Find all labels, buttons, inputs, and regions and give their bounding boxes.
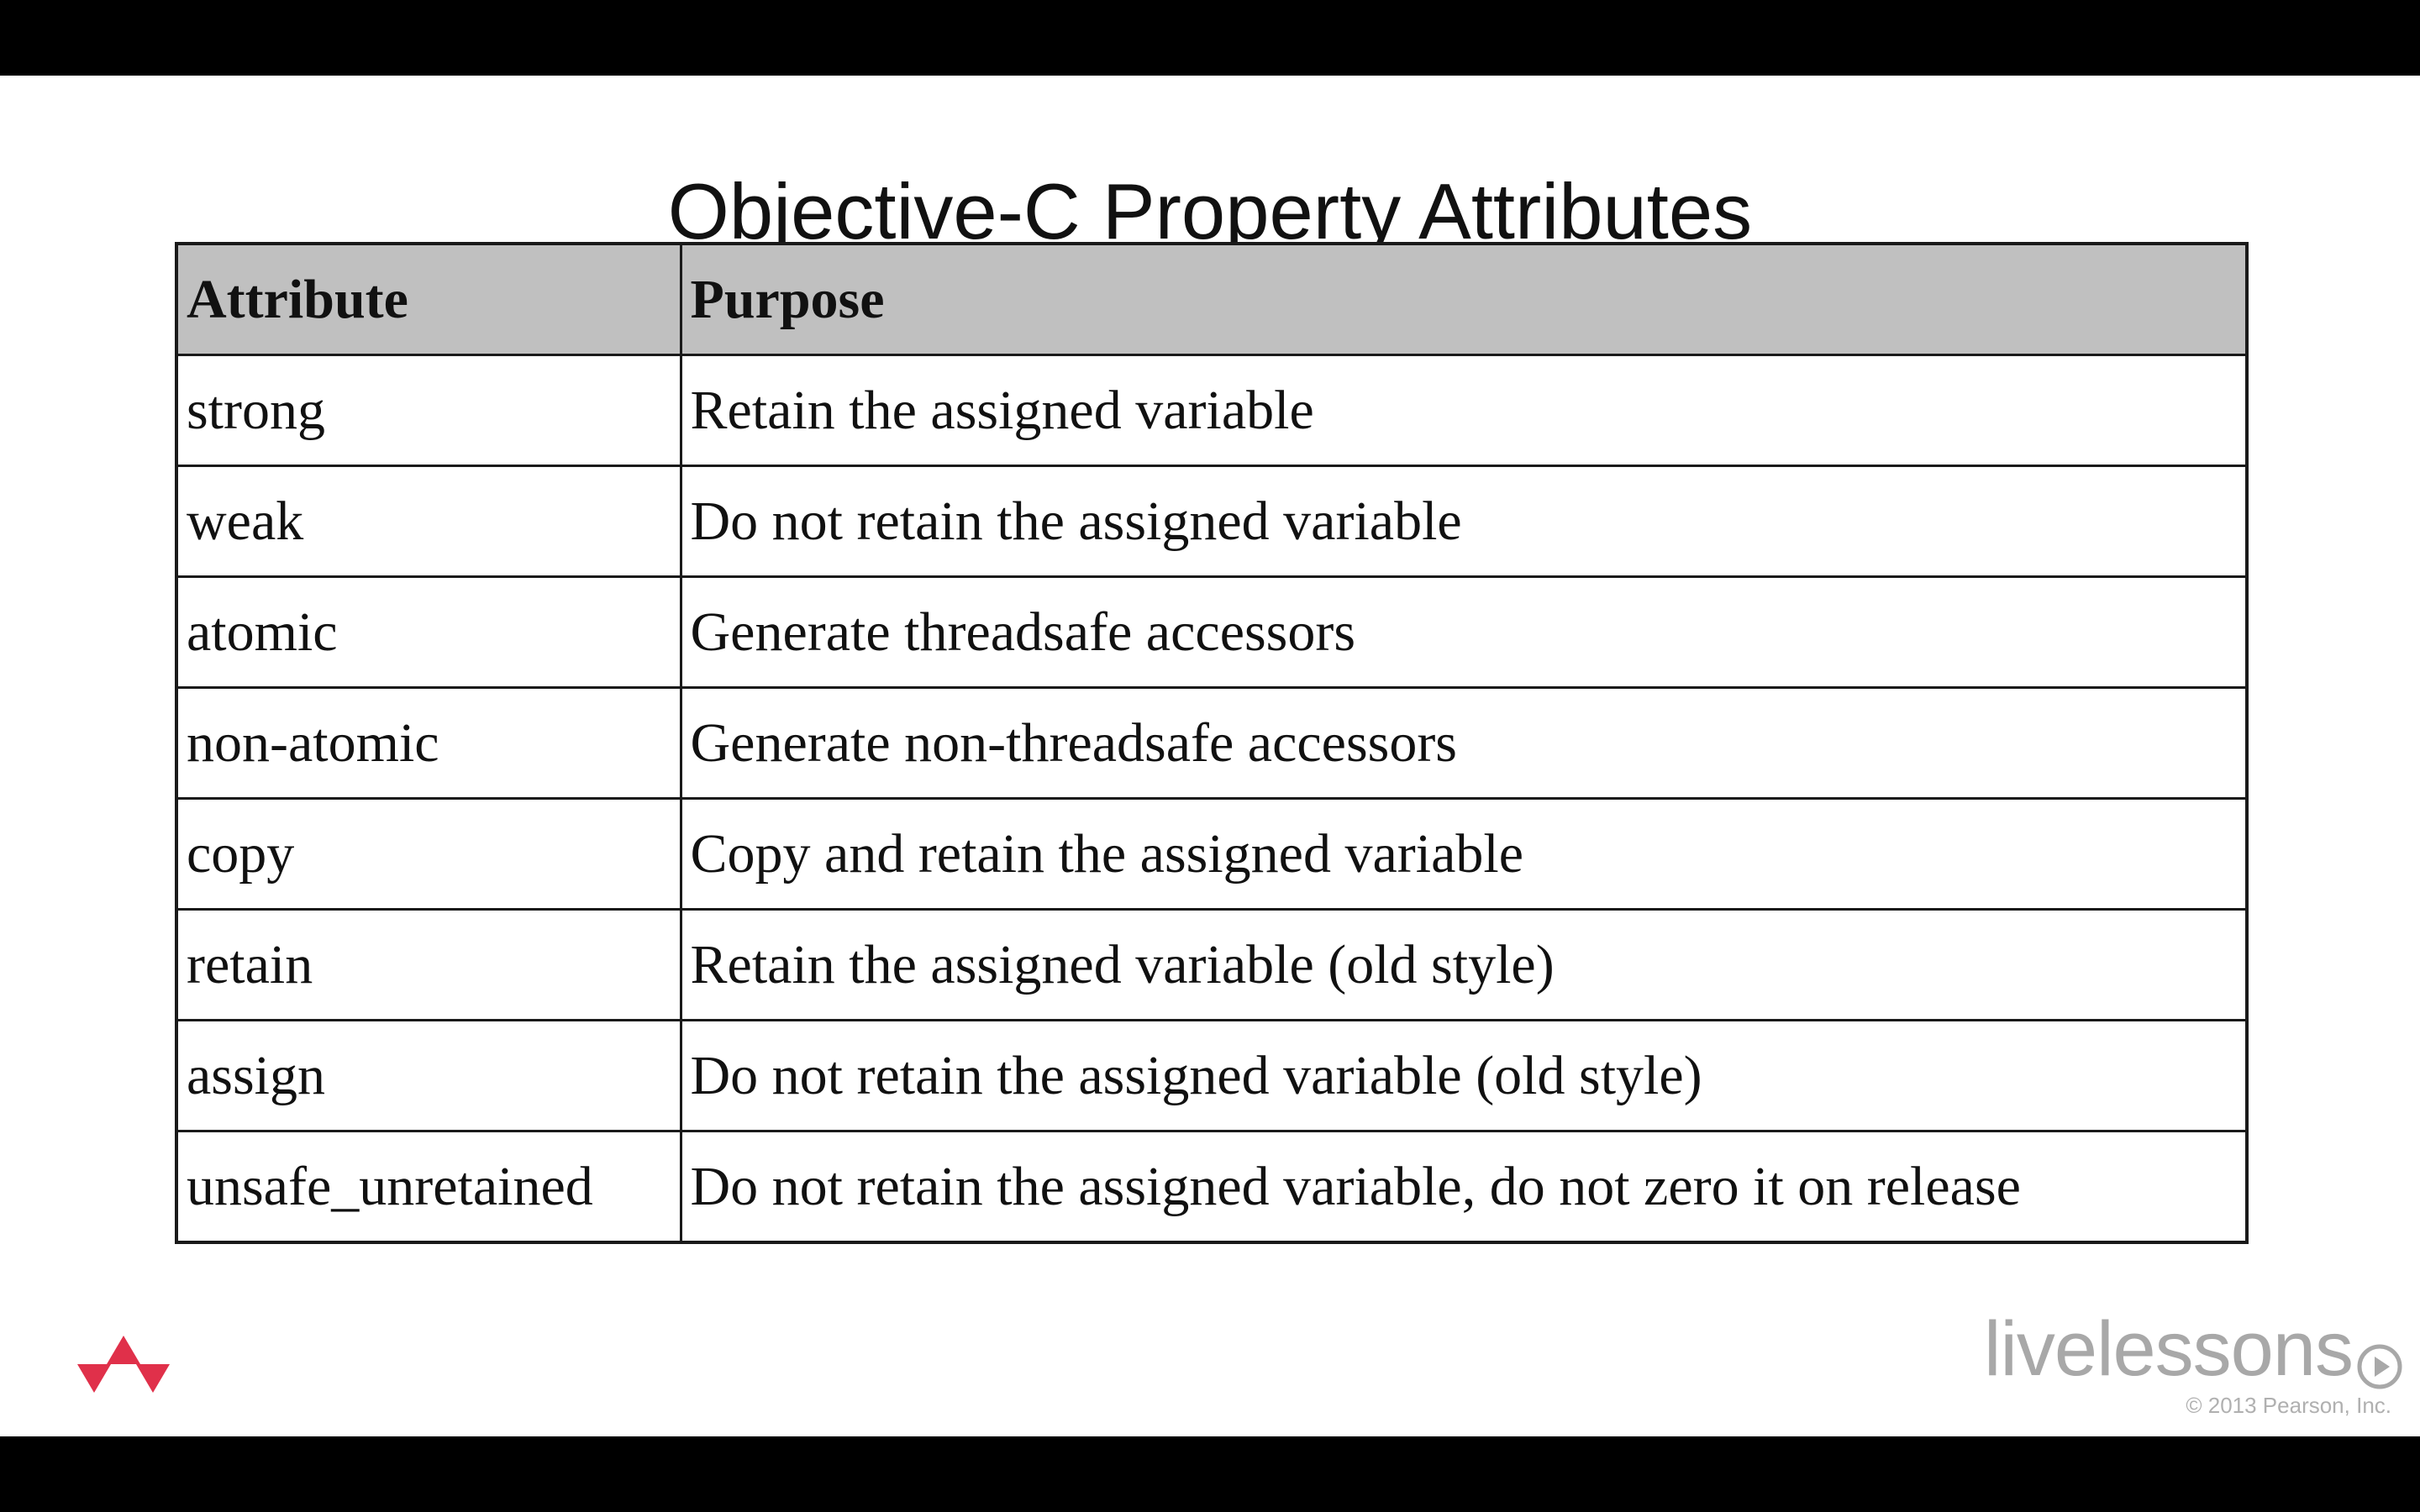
purpose-cell: Retain the assigned variable (old style) bbox=[679, 908, 2249, 1021]
attribute-cell: assign bbox=[175, 1019, 682, 1132]
table-row: strong Retain the assigned variable bbox=[175, 354, 2249, 467]
table-row: atomic Generate threadsafe accessors bbox=[175, 575, 2249, 689]
table-row: non-atomic Generate non-threadsafe acces… bbox=[175, 686, 2249, 800]
purpose-cell: Do not retain the assigned variable bbox=[679, 465, 2249, 578]
attribute-cell: non-atomic bbox=[175, 686, 682, 800]
purpose-cell: Copy and retain the assigned variable bbox=[679, 797, 2249, 911]
table-row: weak Do not retain the assigned variable bbox=[175, 465, 2249, 578]
attribute-cell: atomic bbox=[175, 575, 682, 689]
purpose-cell: Retain the assigned variable bbox=[679, 354, 2249, 467]
wordmark-live: live bbox=[1984, 1306, 2097, 1392]
header-purpose: Purpose bbox=[679, 242, 2249, 356]
header-attribute: Attribute bbox=[175, 242, 682, 356]
attribute-cell: copy bbox=[175, 797, 682, 911]
slide: Objective-C Property Attributes Attribut… bbox=[0, 76, 2420, 1436]
publisher-logo-svg bbox=[77, 1336, 170, 1393]
publisher-triangle-logo-icon bbox=[77, 1336, 170, 1411]
purpose-cell: Do not retain the assigned variable (old… bbox=[679, 1019, 2249, 1132]
table-header-row: Attribute Purpose bbox=[175, 242, 2249, 356]
copyright-notice: © 2013 Pearson, Inc. bbox=[2186, 1393, 2391, 1418]
table-row: unsafe_unretained Do not retain the assi… bbox=[175, 1130, 2249, 1244]
play-circle-icon bbox=[2356, 1326, 2403, 1389]
attribute-cell: weak bbox=[175, 465, 682, 578]
video-frame: Objective-C Property Attributes Attribut… bbox=[0, 0, 2420, 1512]
purpose-cell: Generate threadsafe accessors bbox=[679, 575, 2249, 689]
livelessons-branding: live lessons © 2013 Pearson, Inc. bbox=[1984, 1310, 2403, 1419]
purpose-cell: Generate non-threadsafe accessors bbox=[679, 686, 2249, 800]
attributes-table: Attribute Purpose strong Retain the assi… bbox=[175, 242, 2249, 1244]
table-row: copy Copy and retain the assigned variab… bbox=[175, 797, 2249, 911]
table-row: retain Retain the assigned variable (old… bbox=[175, 908, 2249, 1021]
purpose-cell: Do not retain the assigned variable, do … bbox=[679, 1130, 2249, 1244]
attribute-cell: retain bbox=[175, 908, 682, 1021]
wordmark-lessons: lessons bbox=[2096, 1306, 2354, 1392]
attribute-cell: strong bbox=[175, 354, 682, 467]
table-row: assign Do not retain the assigned variab… bbox=[175, 1019, 2249, 1132]
livelessons-wordmark: live lessons bbox=[1984, 1306, 2403, 1392]
attribute-cell: unsafe_unretained bbox=[175, 1130, 682, 1244]
